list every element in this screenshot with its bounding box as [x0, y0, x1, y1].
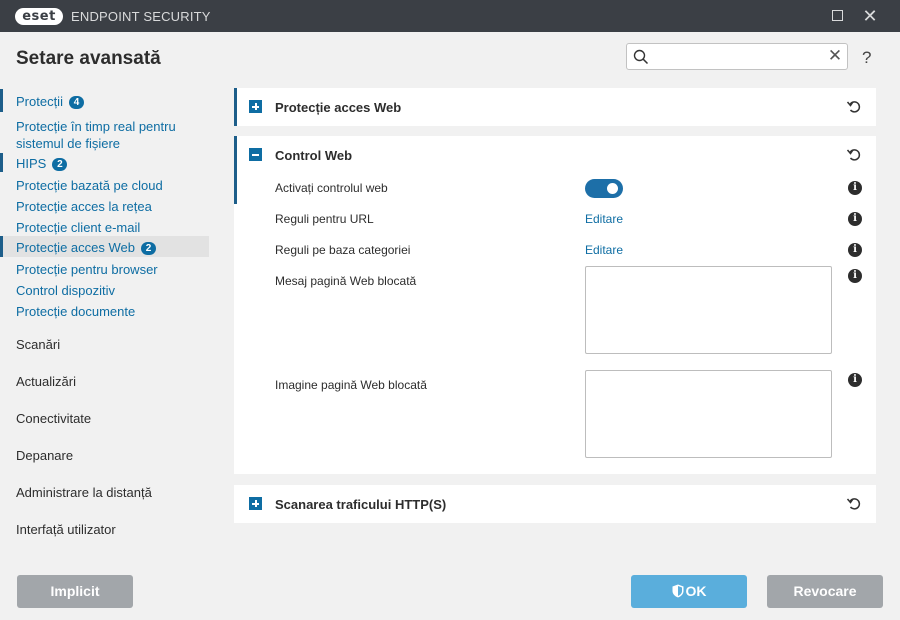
ok-button-label: OK: [685, 583, 707, 599]
sidebar-item-protections[interactable]: Protecții 4: [16, 93, 84, 110]
url-rules-label: Reguli pentru URL: [275, 212, 374, 226]
count-badge: 2: [140, 242, 156, 255]
enable-web-control-toggle[interactable]: [585, 179, 623, 198]
section-title[interactable]: Protecție acces Web: [275, 100, 401, 115]
count-badge: 2: [52, 158, 68, 171]
title-bar: eset ENDPOINT SECURITY ✕: [0, 0, 900, 32]
sidebar-item-label: HIPS: [16, 156, 47, 171]
section-title[interactable]: Control Web: [275, 148, 352, 163]
category-rules-label: Reguli pe baza categoriei: [275, 243, 411, 257]
expand-icon[interactable]: [249, 497, 262, 510]
sidebar-item-realtime-protection[interactable]: Protecție în timp real pentru sistemul d…: [16, 118, 206, 152]
page-title: Setare avansată: [16, 48, 161, 69]
web-access-protection-section: Protecție acces Web: [234, 88, 876, 126]
active-section-marker: [0, 89, 3, 112]
sidebar-item-label: Protecții: [16, 94, 63, 109]
https-scanning-section: Scanarea traficului HTTP(S): [234, 485, 876, 523]
section-marker: [234, 136, 237, 204]
sidebar-item-network-protection[interactable]: Protecție acces la rețea: [16, 198, 152, 215]
sidebar-item-user-interface[interactable]: Interfață utilizator: [16, 522, 116, 537]
sidebar-item-label: Protecție acces Web: [16, 240, 135, 255]
clear-search-icon[interactable]: ✕: [826, 47, 844, 65]
section-title[interactable]: Scanarea traficului HTTP(S): [275, 497, 446, 512]
search-box: ✕: [626, 43, 848, 70]
active-section-marker: [0, 236, 3, 257]
app-name: ENDPOINT SECURITY: [71, 9, 211, 24]
edit-url-rules-link[interactable]: Editare: [585, 212, 623, 226]
sidebar-item-cloud-protection[interactable]: Protecție bazată pe cloud: [16, 177, 163, 194]
help-icon[interactable]: ?: [862, 48, 871, 68]
sidebar-item-browser-protection[interactable]: Protecție pentru browser: [16, 261, 158, 278]
enable-web-control-label: Activați controlul web: [275, 181, 388, 195]
info-icon[interactable]: i: [848, 269, 862, 283]
edit-category-rules-link[interactable]: Editare: [585, 243, 623, 257]
info-icon[interactable]: i: [848, 373, 862, 387]
collapse-icon[interactable]: [249, 148, 262, 161]
blocked-image-label: Imagine pagină Web blocată: [275, 378, 427, 392]
blocked-message-field[interactable]: [585, 266, 832, 354]
section-marker: [234, 88, 237, 126]
sidebar-item-scans[interactable]: Scanări: [16, 337, 60, 352]
sidebar-item-troubleshooting[interactable]: Depanare: [16, 448, 73, 463]
sidebar-item-device-control[interactable]: Control dispozitiv: [16, 282, 115, 299]
maximize-icon[interactable]: [827, 6, 847, 26]
sidebar-item-document-protection[interactable]: Protecție documente: [16, 303, 135, 320]
sidebar-item-updates[interactable]: Actualizări: [16, 374, 76, 389]
active-section-marker: [0, 153, 3, 172]
sidebar-item-connectivity[interactable]: Conectivitate: [16, 411, 91, 426]
reset-icon[interactable]: [846, 98, 862, 114]
sidebar-item-remote-management[interactable]: Administrare la distanță: [16, 485, 152, 500]
default-button[interactable]: Implicit: [17, 575, 133, 608]
shield-icon: [672, 584, 683, 598]
sidebar-item-web-access-protection[interactable]: Protecție acces Web 2: [16, 239, 156, 256]
info-icon[interactable]: i: [848, 181, 862, 195]
info-icon[interactable]: i: [848, 243, 862, 257]
info-icon[interactable]: i: [848, 212, 862, 226]
ok-button[interactable]: OK: [631, 575, 747, 608]
blocked-image-field[interactable]: [585, 370, 832, 458]
reset-icon[interactable]: [846, 495, 862, 511]
close-icon[interactable]: ✕: [860, 6, 880, 26]
cancel-button[interactable]: Revocare: [767, 575, 883, 608]
eset-logo: eset: [15, 8, 63, 25]
search-icon: [633, 49, 649, 65]
expand-icon[interactable]: [249, 100, 262, 113]
toggle-knob: [607, 183, 618, 194]
reset-icon[interactable]: [846, 146, 862, 162]
web-control-section: Control Web Activați controlul web i Reg…: [234, 136, 876, 474]
search-input[interactable]: [653, 47, 821, 66]
count-badge: 4: [68, 96, 84, 109]
sidebar-item-email-protection[interactable]: Protecție client e-mail: [16, 219, 140, 236]
sidebar-item-hips[interactable]: HIPS 2: [16, 155, 68, 172]
blocked-message-label: Mesaj pagină Web blocată: [275, 274, 417, 288]
